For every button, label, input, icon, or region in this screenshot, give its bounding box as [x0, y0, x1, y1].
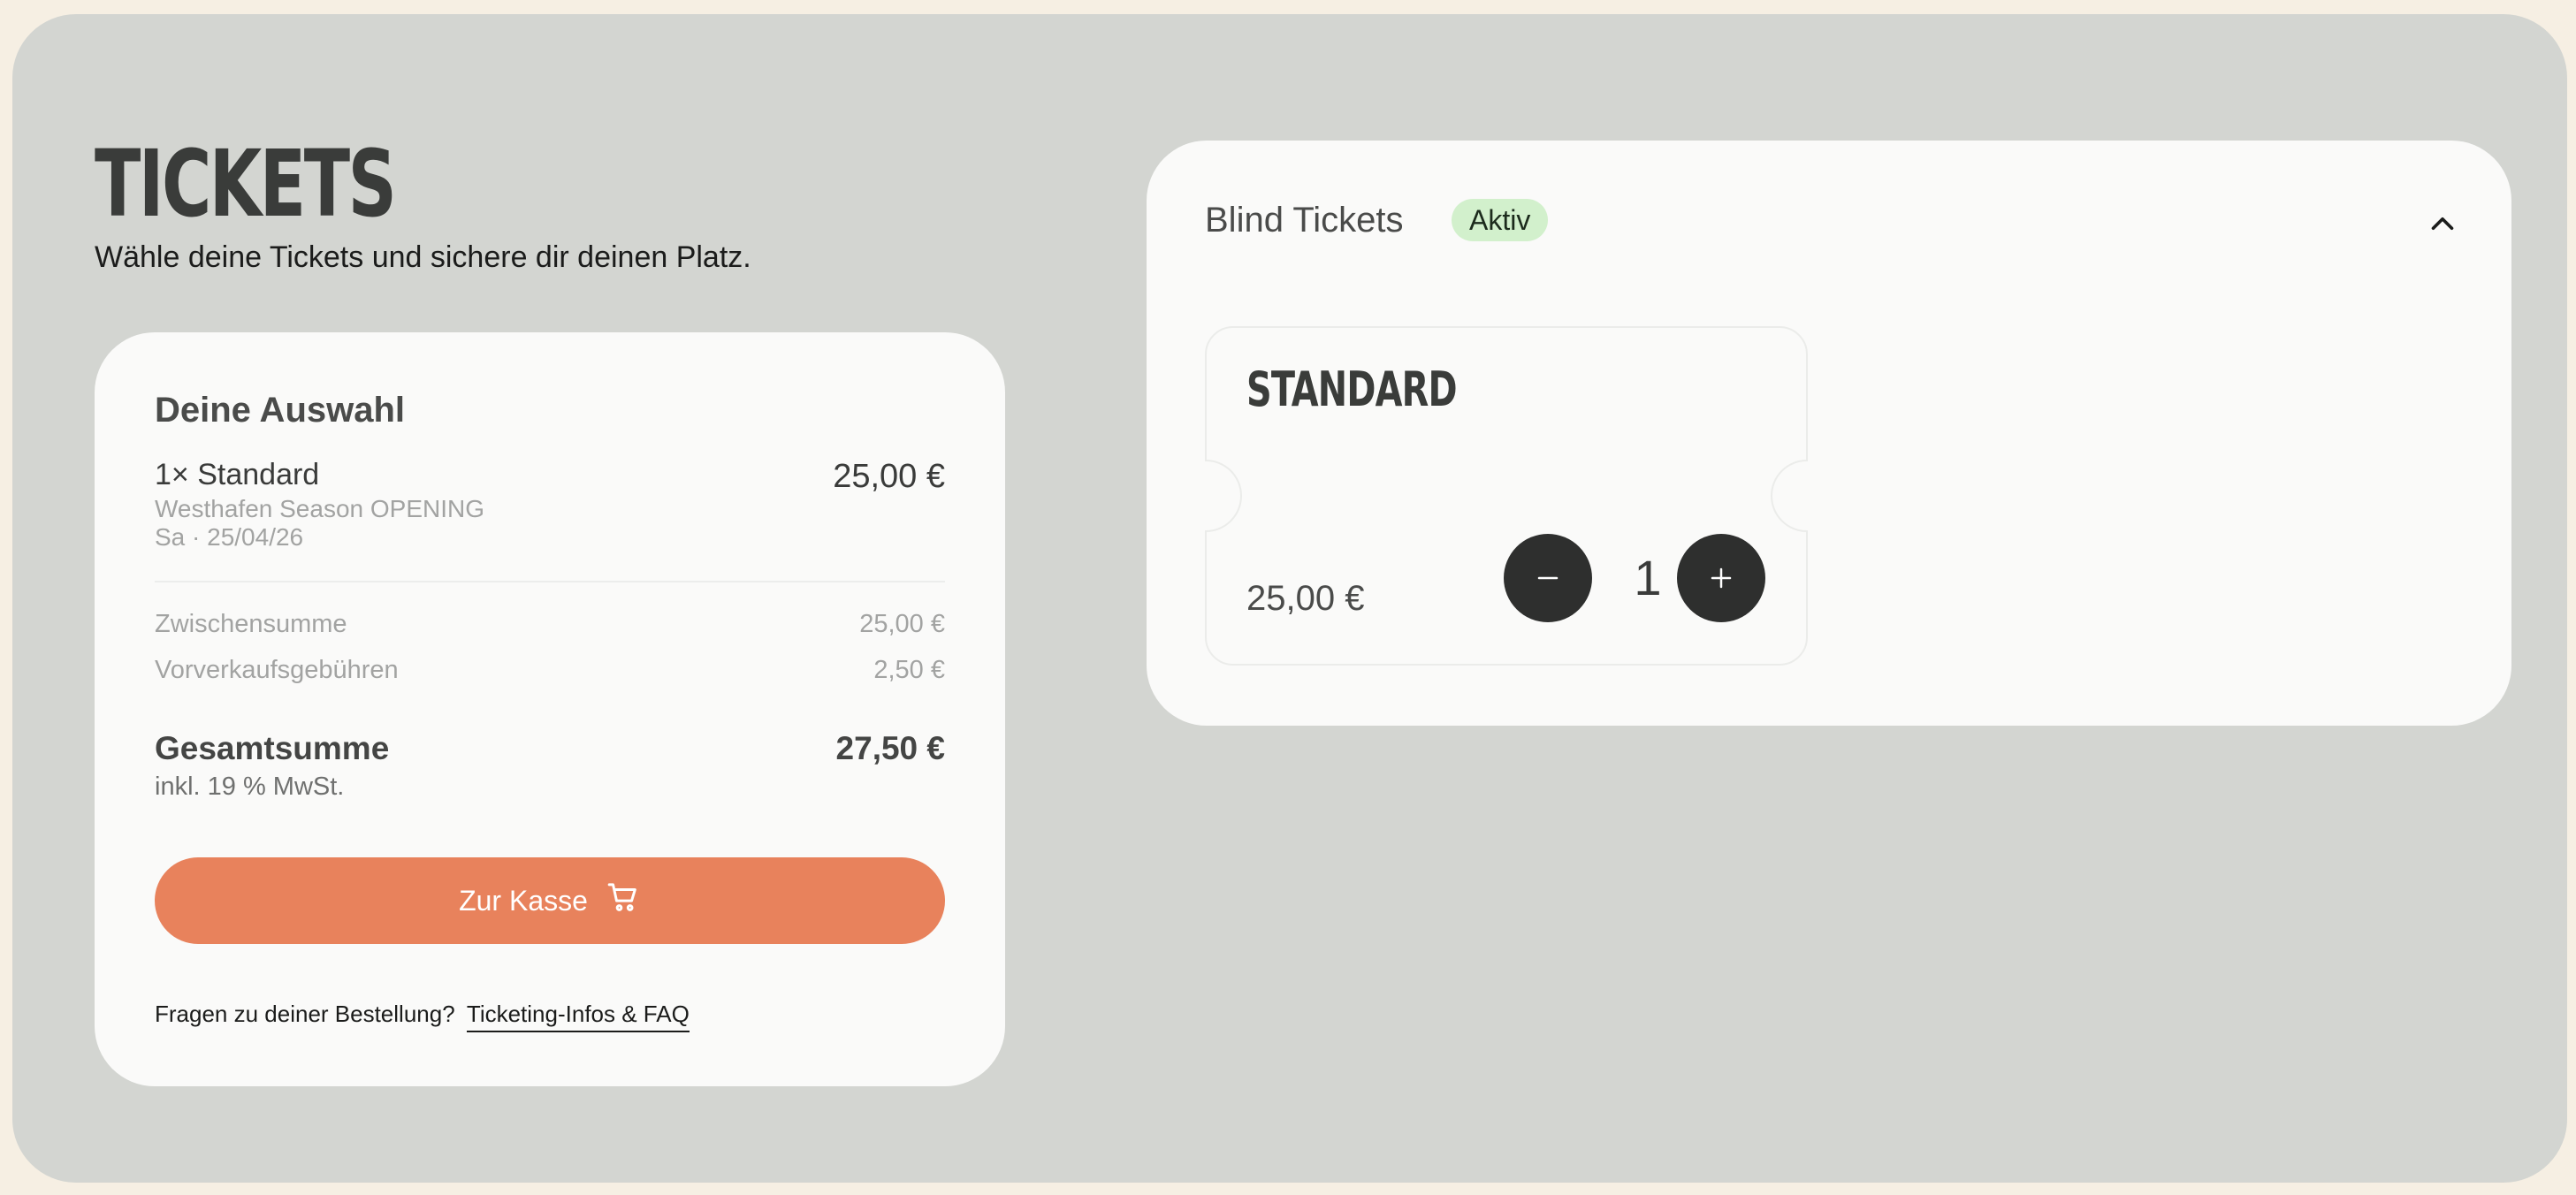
ticket-name: STANDARD: [1246, 362, 1458, 417]
fees-label: Vorverkaufsgebühren: [155, 656, 399, 684]
cart-item-name: 1× Standard: [155, 458, 320, 491]
ticket-group-panel: Blind Tickets Aktiv STANDARD 25,00 € 1: [1147, 141, 2511, 726]
faq-line: Fragen zu deiner Bestellung? Ticketing-I…: [155, 1001, 690, 1032]
cart-item-event: Westhafen Season OPENING: [155, 495, 484, 522]
chevron-up-icon[interactable]: [2427, 208, 2458, 240]
checkout-label: Zur Kasse: [459, 884, 588, 917]
page-subtitle: Wähle deine Tickets und sichere dir dein…: [95, 240, 751, 274]
total-label: Gesamtsumme: [155, 730, 390, 766]
subtotal-value: 25,00 €: [859, 610, 945, 638]
cart-divider: [155, 581, 945, 582]
ticket-price: 25,00 €: [1246, 579, 1365, 618]
page-frame: TICKETS Wähle deine Tickets und sichere …: [12, 14, 2567, 1183]
cart-heading: Deine Auswahl: [155, 391, 406, 430]
faq-link[interactable]: Ticketing-Infos & FAQ: [466, 1001, 690, 1032]
increment-button[interactable]: [1677, 534, 1765, 622]
checkout-button[interactable]: Zur Kasse: [155, 857, 945, 944]
fees-value: 2,50 €: [873, 656, 945, 684]
cart-item-date: Sa · 25/04/26: [155, 523, 304, 551]
vat-note: inkl. 19 % MwSt.: [155, 773, 345, 801]
plus-icon: [1711, 567, 1732, 589]
page-title: TICKETS: [95, 130, 397, 238]
cart-summary-card: Deine Auswahl 1× Standard 25,00 € Westha…: [95, 332, 1005, 1086]
total-value: 27,50 €: [835, 730, 945, 766]
status-badge: Aktiv: [1452, 199, 1549, 241]
cart-icon: [606, 879, 641, 922]
subtotal-label: Zwischensumme: [155, 610, 347, 638]
decrement-button[interactable]: [1504, 534, 1592, 622]
quantity-value: 1: [1634, 550, 1662, 605]
cart-item-price: 25,00 €: [833, 458, 945, 495]
ticket-group-title: Blind Tickets: [1205, 201, 1404, 240]
minus-icon: [1537, 576, 1559, 580]
ticket-card-standard: STANDARD 25,00 € 1: [1205, 326, 1808, 666]
faq-text: Fragen zu deiner Bestellung?: [155, 1001, 455, 1027]
